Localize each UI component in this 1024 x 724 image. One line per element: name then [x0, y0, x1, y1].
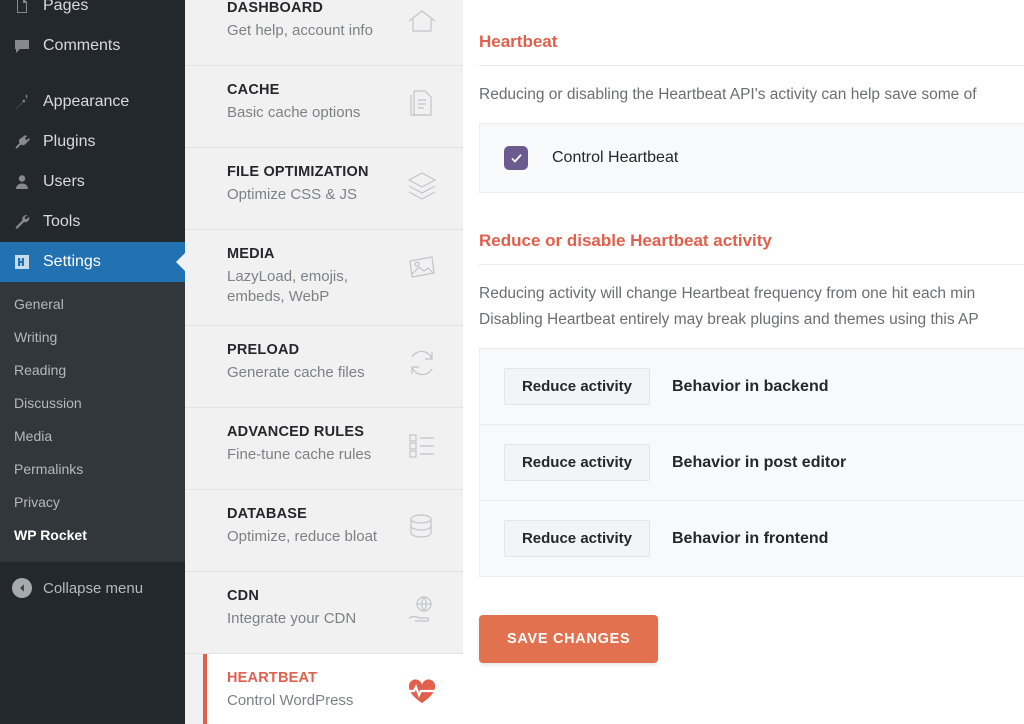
post-editor-row-label: Behavior in post editor — [672, 453, 847, 471]
refresh-icon — [405, 346, 439, 380]
rocket-tab-desc: Fine-tune cache rules — [227, 445, 372, 463]
behavior-row-post-editor: Reduce activity Behavior in post editor — [480, 425, 1024, 502]
submenu-item-wp-rocket[interactable]: WP Rocket — [0, 519, 185, 552]
sidebar-item-comments[interactable]: Comments — [0, 26, 185, 66]
control-heartbeat-label: Control Heartbeat — [552, 149, 679, 167]
page-title: Heartbeat — [479, 32, 558, 51]
submenu-item-media[interactable]: Media — [0, 420, 185, 453]
rocket-tab-advanced-rules[interactable]: ADVANCED RULES Fine-tune cache rules — [185, 408, 463, 490]
plugins-icon — [12, 132, 32, 152]
backend-activity-select[interactable]: Reduce activity — [504, 368, 650, 406]
rocket-tab-cdn[interactable]: CDN Integrate your CDN — [185, 572, 463, 654]
rocket-tab-title: HEARTBEAT — [227, 669, 318, 686]
behavior-row-frontend: Reduce activity Behavior in frontend — [480, 501, 1024, 576]
control-heartbeat-checkbox[interactable] — [504, 146, 528, 171]
rocket-tab-preload[interactable]: PRELOAD Generate cache files — [185, 326, 463, 408]
rocket-tab-title: CDN — [227, 587, 260, 604]
rocket-tab-desc: LazyLoad, emojis, embeds, WebP — [227, 268, 348, 305]
submenu-item-reading[interactable]: Reading — [0, 354, 185, 387]
sidebar-item-settings[interactable]: Settings — [0, 242, 185, 282]
rocket-tab-file-optimization[interactable]: FILE OPTIMIZATION Optimize CSS & JS — [185, 148, 463, 230]
sidebar-item-label: Pages — [43, 0, 89, 14]
database-icon — [405, 510, 439, 544]
home-icon — [405, 4, 439, 38]
pages-icon — [12, 0, 32, 16]
rocket-tab-cache[interactable]: CACHE Basic cache options — [185, 66, 463, 148]
sidebar-item-label: Tools — [43, 213, 81, 230]
rocket-tab-title: PRELOAD — [227, 341, 300, 358]
heartbeat-behavior-panel: Reduce activity Behavior in backend Redu… — [479, 348, 1024, 578]
rocket-tab-heartbeat[interactable]: HEARTBEAT Control WordPress — [203, 653, 463, 724]
image-icon — [405, 250, 439, 284]
save-changes-button[interactable]: SAVE CHANGES — [479, 615, 659, 664]
rocket-tab-desc: Integrate your CDN — [227, 609, 357, 627]
globe-hand-icon — [405, 592, 439, 626]
control-heartbeat-panel: Control Heartbeat — [479, 123, 1024, 194]
rocket-tab-title: DATABASE — [227, 505, 308, 522]
checklist-icon — [405, 428, 439, 462]
settings-icon — [12, 252, 32, 272]
collapse-menu-label: Collapse menu — [43, 579, 144, 597]
sidebar-divider-gap — [0, 66, 185, 82]
title-divider — [479, 65, 1024, 66]
submenu-item-permalinks[interactable]: Permalinks — [0, 453, 185, 486]
sidebar-item-label: Settings — [43, 253, 101, 270]
backend-row-label: Behavior in backend — [672, 377, 829, 395]
heartbeat-description: Reducing or disabling the Heartbeat API'… — [479, 86, 977, 103]
sidebar-item-tools[interactable]: Tools — [0, 202, 185, 242]
rocket-tab-desc: Optimize CSS & JS — [227, 186, 358, 203]
checkmark-icon — [510, 153, 522, 163]
sidebar-item-users[interactable]: Users — [0, 162, 185, 202]
behavior-row-backend: Reduce activity Behavior in backend — [480, 349, 1024, 426]
reduce-section-divider — [479, 264, 1024, 266]
collapse-menu-button[interactable]: Collapse menu — [0, 568, 185, 608]
sidebar-item-label: Appearance — [43, 93, 130, 110]
rocket-tab-database[interactable]: DATABASE Optimize, reduce bloat — [185, 490, 463, 572]
sidebar-item-label: Comments — [43, 37, 121, 54]
reduce-description-line-1: Reducing activity will change Heartbeat … — [479, 285, 976, 303]
users-icon — [12, 172, 32, 192]
reduce-section-title: Reduce or disable Heartbeat activity — [479, 231, 772, 251]
submenu-item-writing[interactable]: Writing — [0, 321, 185, 354]
frontend-activity-select[interactable]: Reduce activity — [504, 520, 650, 558]
collapse-arrow-icon — [12, 578, 32, 598]
sidebar-item-plugins[interactable]: Plugins — [0, 122, 185, 162]
sidebar-item-label: Users — [43, 173, 85, 190]
settings-submenu: General Writing Reading Discussion Media… — [0, 282, 185, 562]
rocket-tab-desc: Generate cache files — [227, 363, 365, 381]
sidebar-item-label: Plugins — [43, 133, 96, 150]
control-heartbeat-field[interactable]: Control Heartbeat — [480, 124, 1024, 192]
heart-pulse-icon — [405, 674, 439, 708]
submenu-item-privacy[interactable]: Privacy — [0, 486, 185, 519]
rocket-tab-desc: Get help, account info — [227, 22, 373, 39]
wp-rocket-heartbeat-screen: Pages Comments Appearance Plugins Users … — [0, 0, 1024, 724]
layers-icon — [405, 168, 439, 202]
rocket-tab-title: DASHBOARD — [227, 0, 324, 16]
rocket-tab-dashboard[interactable]: DASHBOARD Get help, account info — [185, 0, 463, 66]
appearance-icon — [12, 92, 32, 112]
rocket-tab-title: FILE OPTIMIZATION — [227, 164, 369, 180]
rocket-tab-desc: Control WordPress — [227, 691, 354, 709]
submenu-item-discussion[interactable]: Discussion — [0, 387, 185, 420]
rocket-tab-desc: Basic cache options — [227, 104, 361, 121]
heartbeat-settings-content: Heartbeat Reducing or disabling the Hear… — [463, 0, 1024, 724]
document-stack-icon — [405, 86, 439, 120]
rocket-tab-title: MEDIA — [227, 246, 275, 262]
frontend-row-label: Behavior in frontend — [672, 529, 829, 547]
rocket-tab-title: CACHE — [227, 82, 280, 98]
sidebar-item-appearance[interactable]: Appearance — [0, 82, 185, 122]
comments-icon — [12, 36, 32, 56]
rocket-tab-media[interactable]: MEDIA LazyLoad, emojis, embeds, WebP — [185, 230, 463, 326]
submenu-item-general[interactable]: General — [0, 288, 185, 321]
rocket-tab-desc: Optimize, reduce bloat — [227, 527, 378, 545]
rocket-tab-title: ADVANCED RULES — [227, 423, 365, 440]
reduce-description-line-2: Disabling Heartbeat entirely may break p… — [479, 311, 979, 329]
tools-icon — [12, 212, 32, 232]
wordpress-admin-sidebar: Pages Comments Appearance Plugins Users … — [0, 0, 185, 724]
wp-rocket-tab-nav: DASHBOARD Get help, account info CACHE B… — [185, 0, 463, 724]
post-editor-activity-select[interactable]: Reduce activity — [504, 444, 650, 482]
sidebar-item-pages[interactable]: Pages — [0, 0, 185, 26]
